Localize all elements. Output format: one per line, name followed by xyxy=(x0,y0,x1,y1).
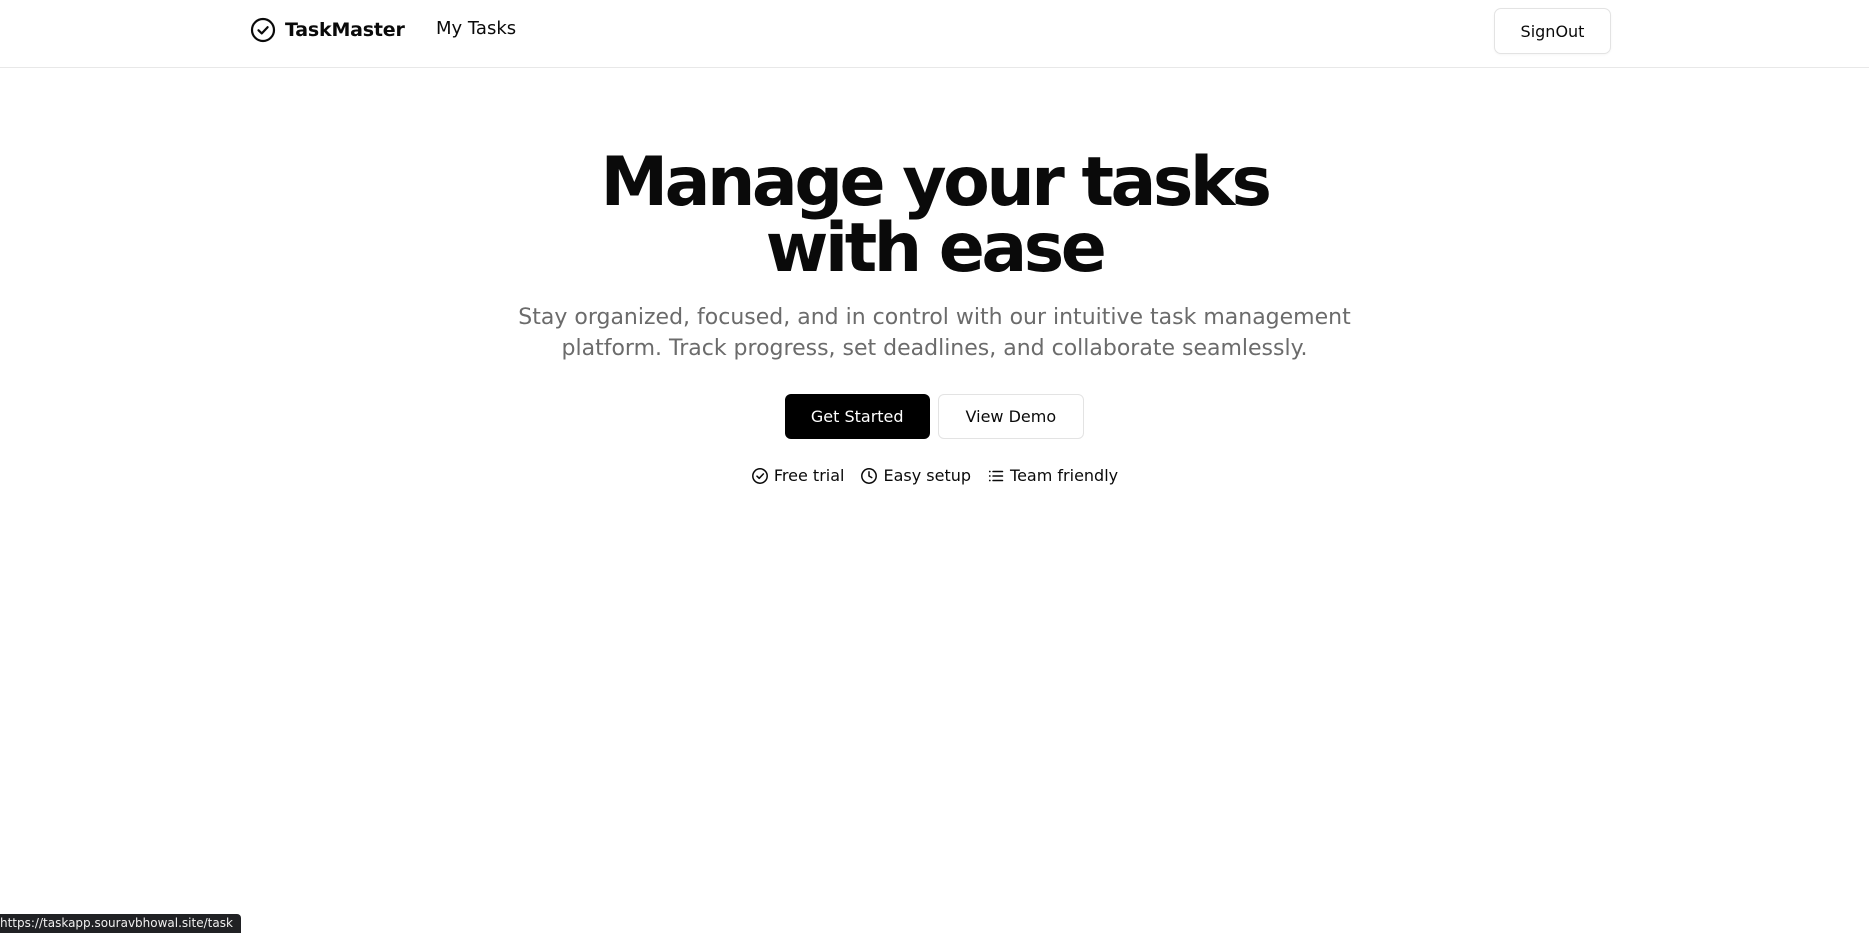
list-icon xyxy=(987,467,1005,485)
feature-label: Easy setup xyxy=(883,466,972,485)
feature-label: Team friendly xyxy=(1010,466,1119,485)
feature-label: Free trial xyxy=(773,466,845,485)
feature-list: Free trial Easy setup Team friendly xyxy=(0,466,1869,485)
clock-icon xyxy=(860,467,878,485)
view-demo-button[interactable]: View Demo xyxy=(937,394,1085,439)
top-navbar: TaskMaster My Tasks SignOut xyxy=(0,0,1869,68)
signout-button[interactable]: SignOut xyxy=(1494,8,1611,54)
feature-easy-setup: Easy setup xyxy=(860,466,971,485)
page: TaskMaster My Tasks SignOut Manage your … xyxy=(0,0,1869,933)
hero-title: Manage your tasks with ease xyxy=(600,143,1272,288)
feature-team-friendly: Team friendly xyxy=(987,466,1118,485)
feature-free-trial: Free trial xyxy=(751,466,845,485)
get-started-button[interactable]: Get Started xyxy=(784,394,930,439)
check-circle-icon xyxy=(751,467,769,485)
link-hover-status-url: https://taskapp.souravbhowal.site/task xyxy=(0,914,241,933)
hero-subtitle: Stay organized, focused, and in control … xyxy=(518,305,1351,361)
brand-logo-link[interactable]: TaskMaster xyxy=(250,16,405,44)
check-circle-icon xyxy=(250,17,276,43)
cta-row: Get Started View Demo xyxy=(0,394,1869,439)
brand-name: TaskMaster xyxy=(285,19,405,41)
hero-section: Manage your tasks with ease Stay organiz… xyxy=(0,143,1869,486)
nav-my-tasks-link[interactable]: My Tasks xyxy=(436,18,516,39)
